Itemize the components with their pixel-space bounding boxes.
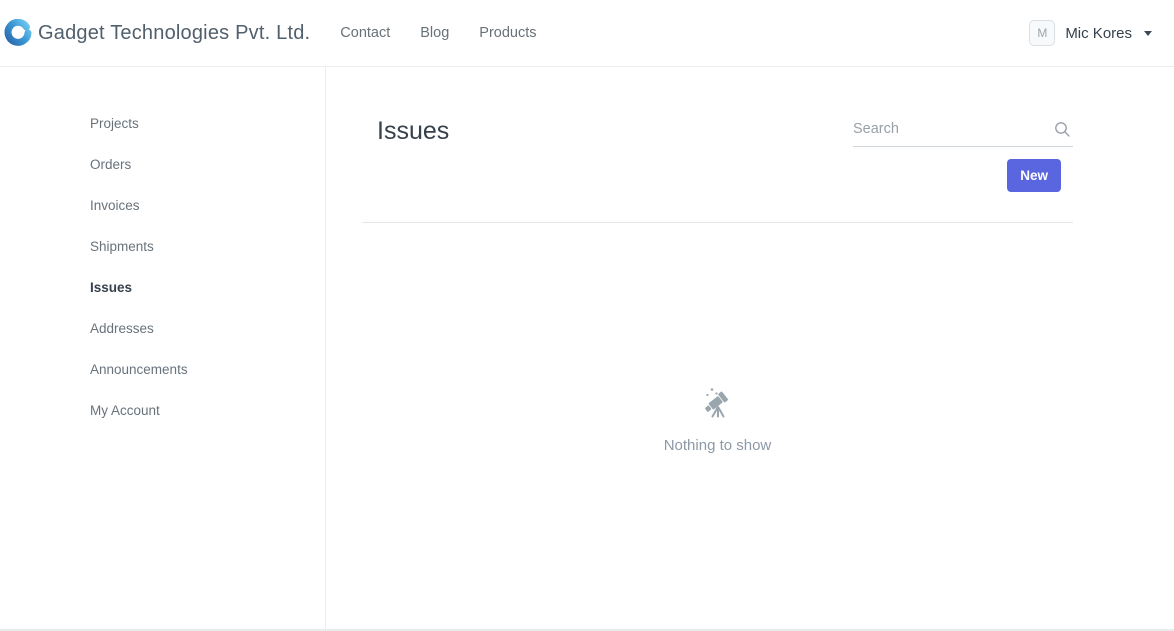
sidebar-item-orders[interactable]: Orders (0, 144, 325, 185)
search-input[interactable] (853, 117, 1073, 147)
search-box (853, 117, 1073, 147)
user-name: Mic Kores (1065, 25, 1132, 42)
sidebar-item-projects[interactable]: Projects (0, 103, 325, 144)
top-navbar: Gadget Technologies Pvt. Ltd. Contact Bl… (0, 0, 1174, 67)
telescope-icon (700, 386, 736, 427)
nav-link-products[interactable]: Products (464, 25, 551, 41)
avatar: M (1029, 20, 1055, 46)
user-dropdown-toggle[interactable]: M Mic Kores (1029, 20, 1152, 46)
page-title: Issues (377, 117, 449, 146)
page-header: Issues New (362, 117, 1073, 192)
main-content: Issues New (326, 67, 1174, 631)
sidebar-item-addresses[interactable]: Addresses (0, 308, 325, 349)
portal-sidebar: Projects Orders Invoices Shipments Issue… (0, 67, 326, 631)
sidebar-item-shipments[interactable]: Shipments (0, 226, 325, 267)
sidebar-item-invoices[interactable]: Invoices (0, 185, 325, 226)
caret-down-icon (1144, 31, 1152, 36)
brand-link[interactable]: Gadget Technologies Pvt. Ltd. (4, 19, 310, 47)
list-toolbar: New (853, 117, 1073, 192)
new-issue-button[interactable]: New (1007, 159, 1061, 192)
list-divider (362, 222, 1073, 223)
sidebar-item-my-account[interactable]: My Account (0, 390, 325, 431)
nav-link-contact[interactable]: Contact (325, 25, 405, 41)
page-body: Projects Orders Invoices Shipments Issue… (0, 67, 1174, 631)
brand-name: Gadget Technologies Pvt. Ltd. (38, 22, 310, 45)
sidebar-item-announcements[interactable]: Announcements (0, 349, 325, 390)
empty-state-message: Nothing to show (362, 437, 1073, 454)
sidebar-item-issues[interactable]: Issues (0, 267, 325, 308)
logo-g-icon (4, 19, 32, 47)
empty-state: Nothing to show (362, 386, 1073, 454)
nav-link-blog[interactable]: Blog (405, 25, 464, 41)
search-icon (1054, 121, 1071, 143)
navbar-links: Contact Blog Products (325, 25, 551, 41)
